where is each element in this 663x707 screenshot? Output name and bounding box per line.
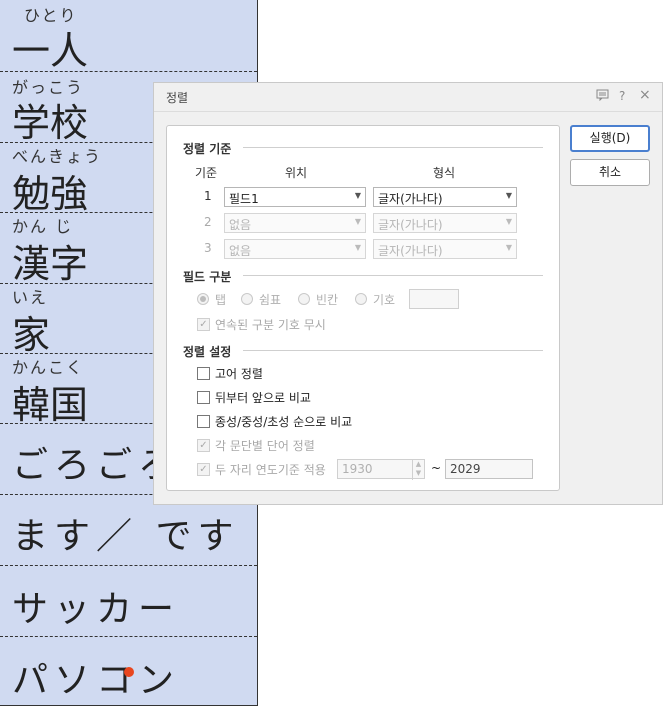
dropdown-arrow-icon: ▼ [505,217,512,226]
checkbox-archaic-sort-label: 고어 정렬 [215,367,263,381]
word-text: 勉強 [12,172,89,216]
word-text: ます／ です [12,516,240,557]
help-icon[interactable]: ? [619,89,625,103]
radio-comma-label: 쉼표 [259,293,282,307]
cancel-button[interactable]: 취소 [570,159,650,186]
format-select-2[interactable]: 글자(가나다) ▼ [373,213,517,233]
word-text: サッカー [12,589,181,630]
word-cell[interactable]: ます／ です [0,495,257,566]
divider [243,147,543,148]
dialog-titlebar[interactable]: 정렬 ? × [154,83,662,112]
checkbox-ignore-consecutive[interactable]: ✓ [197,318,210,331]
position-value: 없음 [229,244,252,258]
position-select-3[interactable]: 없음 ▼ [224,239,366,259]
radio-symbol-label: 기호 [373,293,396,307]
word-cell[interactable]: サッカー [0,566,257,637]
divider [243,350,543,351]
checkbox-compare-backward[interactable] [197,391,210,404]
checkbox-compare-backward-label: 뒤부터 앞으로 비교 [215,391,311,405]
year-to-input[interactable]: 2029 [445,459,533,479]
position-value: 없음 [229,218,252,232]
checkbox-archaic-sort[interactable] [197,367,210,380]
dropdown-arrow-icon: ▼ [505,191,512,200]
comment-icon[interactable] [596,89,609,104]
position-value: 필드1 [229,192,259,206]
year-range-tilde: ~ [431,461,442,475]
row-number: 1 [204,189,212,203]
symbol-input[interactable] [409,289,459,309]
format-select-3[interactable]: 글자(가나다) ▼ [373,239,517,259]
checkbox-two-digit-year-label: 두 자리 연도기준 적용 [215,463,326,477]
spin-down-icon[interactable]: ▼ [416,469,421,477]
format-value: 글자(가나다) [378,192,443,206]
dropdown-arrow-icon: ▼ [505,243,512,252]
radio-tab-label: 탭 [215,293,227,307]
checkbox-ignore-consecutive-label: 연속된 구분 기호 무시 [215,318,326,332]
year-from-input[interactable]: 1930 ▲ ▼ [337,459,425,480]
dialog-title: 정렬 [166,91,189,105]
checkbox-two-digit-year[interactable]: ✓ [197,463,210,476]
word-text: 家 [12,313,51,357]
word-text: 韓国 [12,383,89,427]
close-icon[interactable]: × [639,87,651,103]
dropdown-arrow-icon: ▼ [354,217,361,226]
dropdown-arrow-icon: ▼ [354,191,361,200]
spin-up-icon[interactable]: ▲ [416,460,421,468]
radio-space[interactable] [298,293,310,305]
word-text: 学校 [12,101,89,145]
section-sort-settings: 정렬 설정 [183,345,232,359]
format-value: 글자(가나다) [378,218,443,232]
divider [243,275,543,276]
dropdown-arrow-icon: ▼ [354,243,361,252]
checkbox-paragraph-words[interactable]: ✓ [197,439,210,452]
header-key: 기준 [195,166,218,180]
format-select-1[interactable]: 글자(가나다) ▼ [373,187,517,207]
sort-options-panel: 정렬 기준 기준 위치 형식 1 필드1 ▼ 글자(가나다) ▼ 2 없음 ▼ 글자(… [166,125,560,491]
row-number: 3 [204,241,212,255]
word-text: 漢字 [12,242,89,286]
word-cell[interactable]: パソコン [0,637,257,705]
run-button[interactable]: 실행(D) [570,125,650,152]
format-value: 글자(가나다) [378,244,443,258]
radio-comma[interactable] [241,293,253,305]
position-select-2[interactable]: 없음 ▼ [224,213,366,233]
radio-symbol[interactable] [355,293,367,305]
year-from-value: 1930 [342,462,373,476]
word-cell[interactable]: ひとり 一人 [0,0,257,73]
year-to-value: 2029 [450,462,481,476]
radio-tab[interactable] [197,293,209,305]
sort-dialog: 정렬 ? × 정렬 기준 기준 위치 형식 1 필드1 ▼ 글자(가나다) ▼ 2 … [153,82,663,505]
text-cursor-marker [124,667,134,677]
word-text: 一人 [12,29,89,73]
checkbox-paragraph-words-label: 각 문단별 단어 정렬 [215,439,315,453]
header-format: 형식 [433,166,456,180]
radio-space-label: 빈칸 [316,293,339,307]
position-select-1[interactable]: 필드1 ▼ [224,187,366,207]
header-position: 위치 [285,166,308,180]
checkbox-jamo-order[interactable] [197,415,210,428]
year-spinner[interactable]: ▲ ▼ [412,460,424,480]
section-sort-criteria: 정렬 기준 [183,142,232,156]
row-number: 2 [204,215,212,229]
section-field-separator: 필드 구분 [183,270,232,284]
word-text: パソコン [12,660,181,701]
checkbox-jamo-order-label: 종성/중성/초성 순으로 비교 [215,415,353,429]
